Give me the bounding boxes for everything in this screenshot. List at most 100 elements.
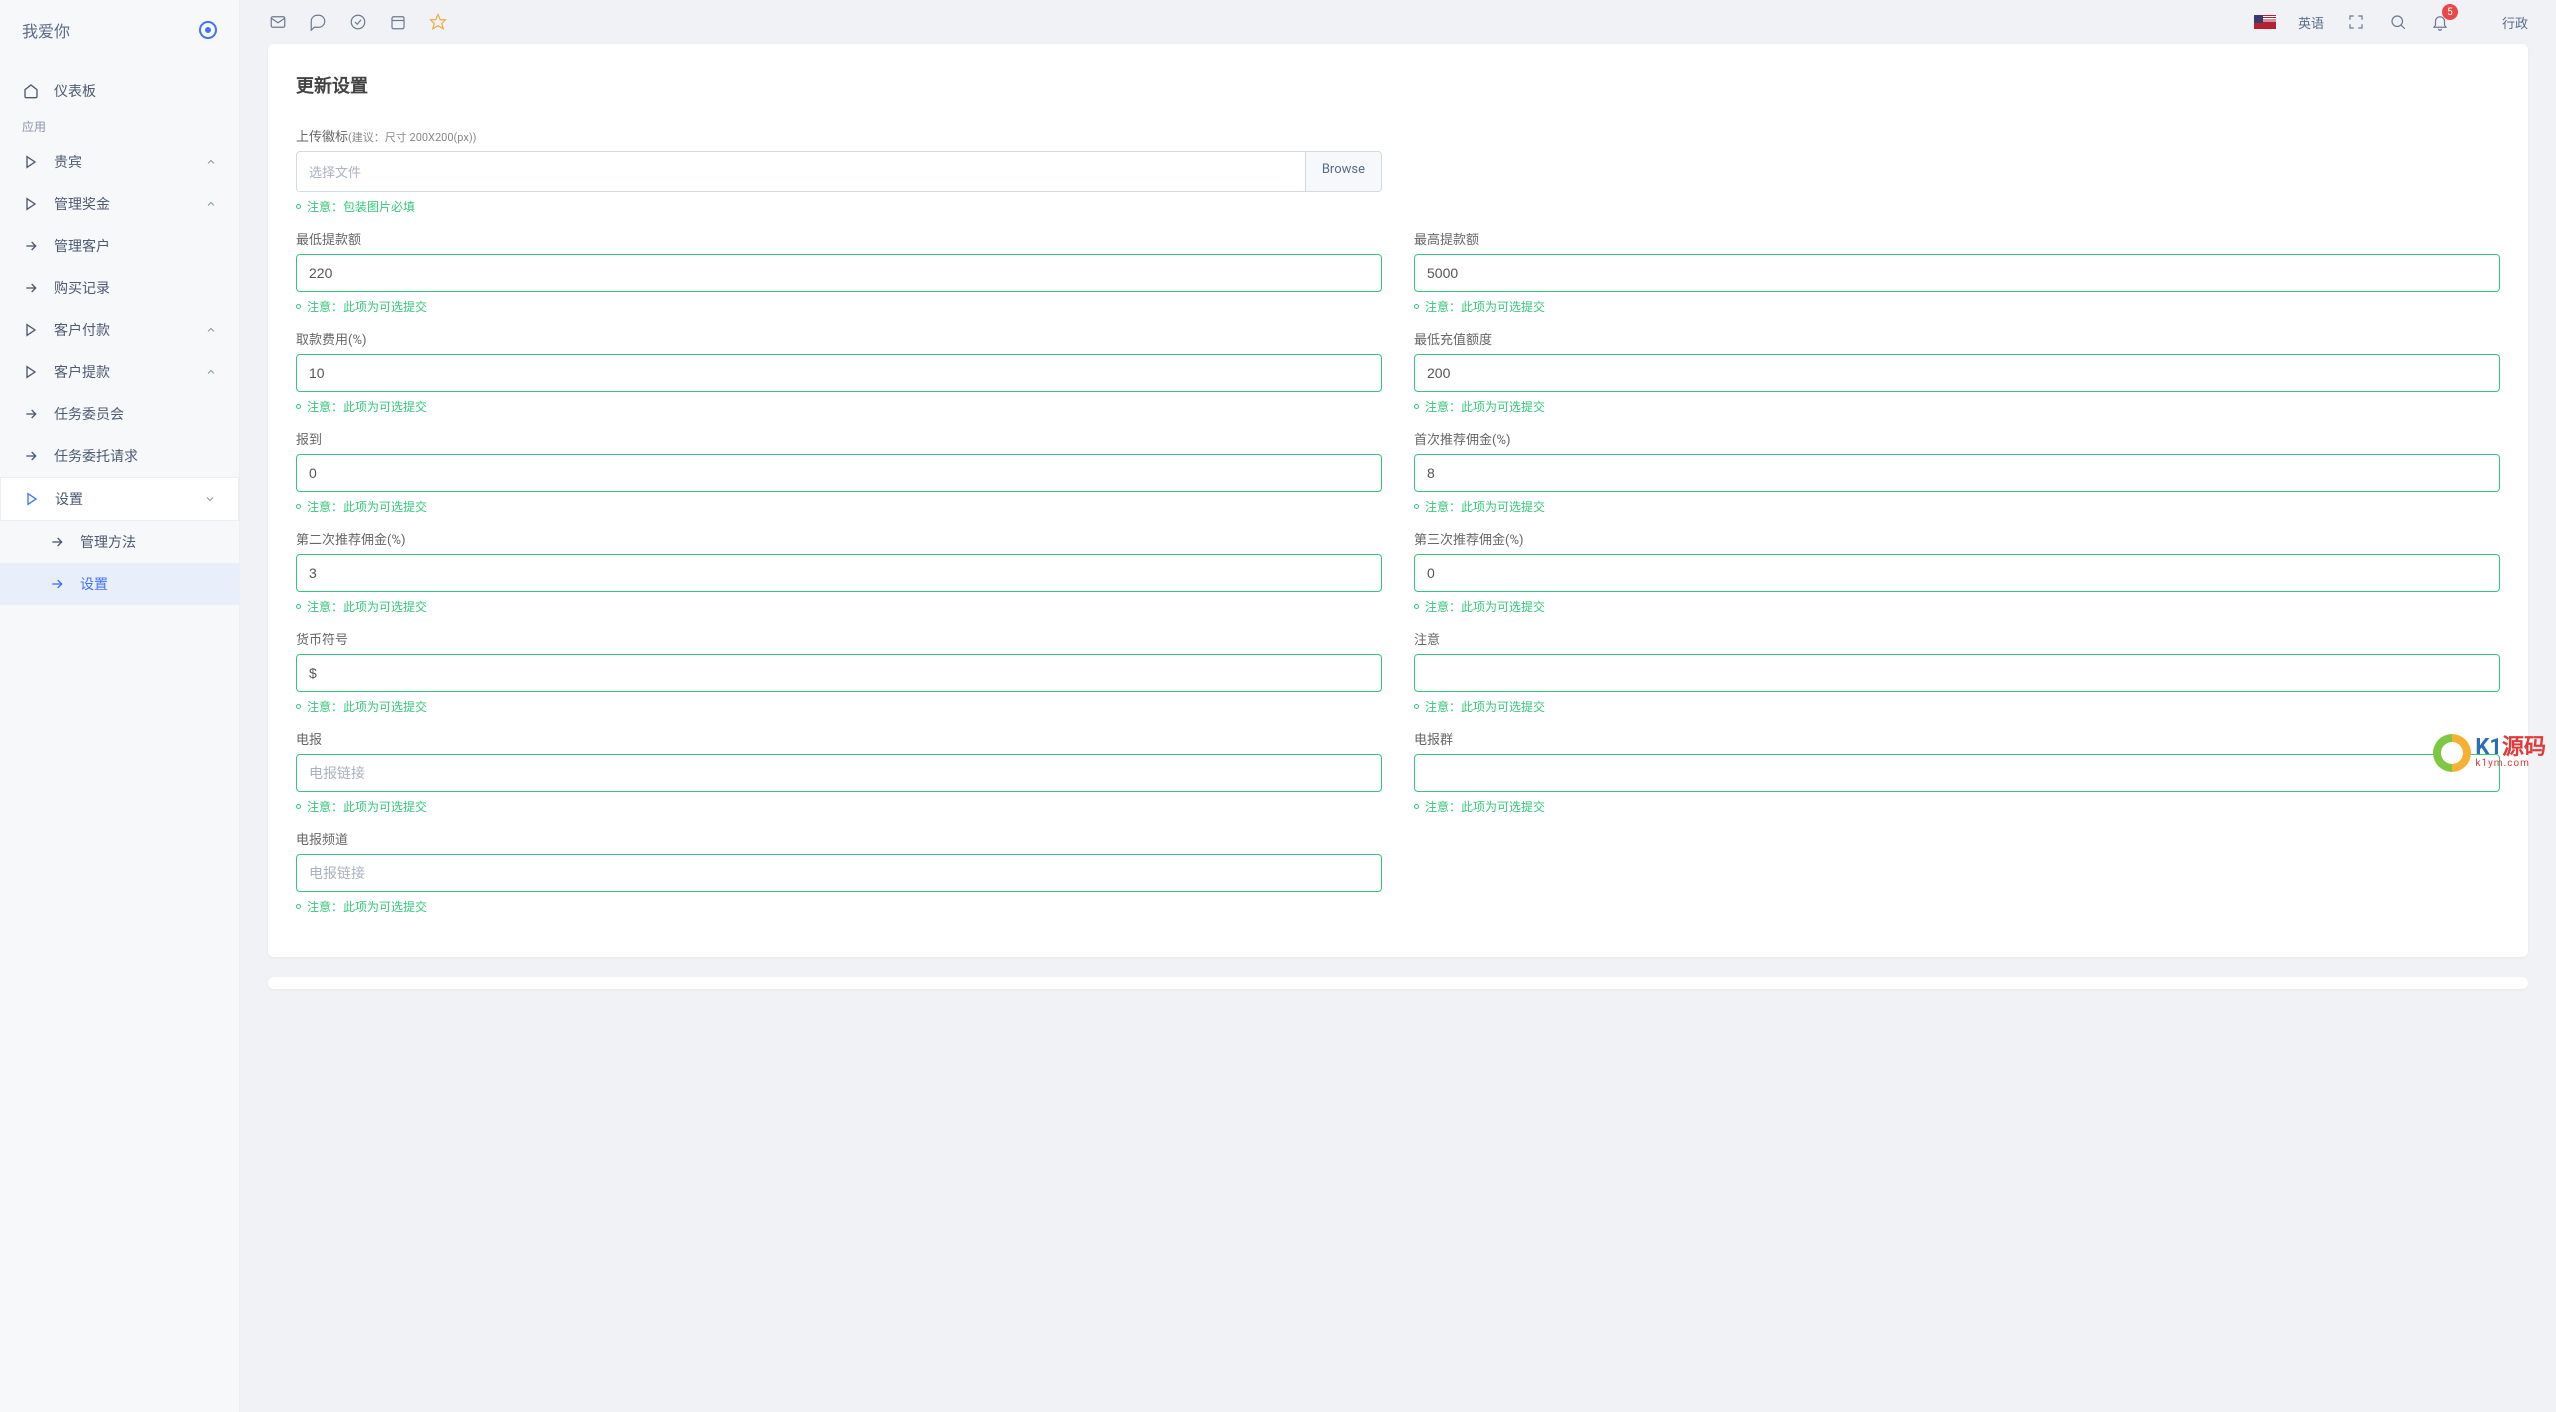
flag-icon xyxy=(2254,15,2276,29)
star-icon[interactable] xyxy=(428,12,448,32)
file-input-group: 选择文件 Browse xyxy=(296,151,1382,192)
telegram-group xyxy=(296,754,1382,792)
check-icon xyxy=(2475,355,2499,373)
field-note: 注意：此项为可选提交 xyxy=(1414,598,2500,615)
checkin-input[interactable] xyxy=(297,455,1357,491)
field-note: 注意：此项为可选提交 xyxy=(1414,698,2500,715)
notice-input[interactable] xyxy=(1415,655,2475,691)
min-recharge-input[interactable] xyxy=(1415,355,2475,391)
check-circle-icon[interactable] xyxy=(348,12,368,32)
min-withdraw-input[interactable] xyxy=(297,255,1357,291)
nav-label: 任务委员会 xyxy=(54,404,217,424)
upload-label: 上传徽标(建议：尺寸 200X200(px)) xyxy=(296,126,1382,145)
withdraw-fee-group xyxy=(296,354,1382,392)
fullscreen-icon[interactable] xyxy=(2346,12,2366,32)
check-icon xyxy=(1357,755,1381,773)
notifications-icon[interactable]: 5 xyxy=(2430,12,2450,32)
telegram-group-group xyxy=(1414,754,2500,792)
field-note: 注意：此项为可选提交 xyxy=(296,698,1382,715)
sidebar-nav: 仪表板 应用 贵宾 管理奖金 管理客户 购买记录 xyxy=(0,60,239,605)
chat-icon[interactable] xyxy=(308,12,328,32)
arrow-icon xyxy=(48,576,66,592)
nav-purchases[interactable]: 购买记录 xyxy=(0,267,239,309)
field-note: 注意：此项为可选提交 xyxy=(296,398,1382,415)
check-icon xyxy=(2475,555,2499,573)
min-withdraw-group xyxy=(296,254,1382,292)
field-note: 注意：此项为可选提交 xyxy=(296,898,1382,915)
max-withdraw-input[interactable] xyxy=(1415,255,2475,291)
chevron-up-icon xyxy=(205,366,217,378)
nav-customers[interactable]: 管理客户 xyxy=(0,225,239,267)
upload-note: 注意：包装图片必填 xyxy=(296,198,1382,215)
check-icon xyxy=(1357,355,1381,373)
calendar-icon[interactable] xyxy=(388,12,408,32)
language-label[interactable]: 英语 xyxy=(2298,13,2324,32)
play-icon xyxy=(22,322,40,338)
field-note: 注意：此项为可选提交 xyxy=(296,798,1382,815)
nav-withdrawals[interactable]: 客户提款 xyxy=(0,351,239,393)
nav-requests[interactable]: 任务委托请求 xyxy=(0,435,239,477)
check-icon xyxy=(1357,555,1381,573)
withdraw-fee-input[interactable] xyxy=(297,355,1357,391)
home-icon xyxy=(22,83,40,99)
currency-input[interactable] xyxy=(297,655,1357,691)
nav-label: 设置 xyxy=(80,574,217,594)
currency-label: 货币符号 xyxy=(296,629,1382,648)
file-placeholder[interactable]: 选择文件 xyxy=(297,152,1305,191)
arrow-icon xyxy=(48,534,66,550)
nav-bonus[interactable]: 管理奖金 xyxy=(0,183,239,225)
checkin-group xyxy=(296,454,1382,492)
second-ref-input[interactable] xyxy=(297,555,1357,591)
third-ref-group xyxy=(1414,554,2500,592)
search-icon[interactable] xyxy=(2388,12,2408,32)
withdraw-fee-label: 取款费用(%) xyxy=(296,329,1382,348)
nav-settings[interactable]: 设置 xyxy=(0,477,239,521)
content: 更新设置 上传徽标(建议：尺寸 200X200(px)) 选择文件 Browse… xyxy=(240,44,2556,1017)
play-icon xyxy=(23,491,41,507)
third-ref-input[interactable] xyxy=(1415,555,2475,591)
nav-manage-methods[interactable]: 管理方法 xyxy=(0,521,239,563)
telegram-group-input[interactable] xyxy=(1415,755,2475,791)
nav-settings-sub[interactable]: 设置 xyxy=(0,563,239,605)
nav-label: 贵宾 xyxy=(54,152,191,172)
play-icon xyxy=(22,196,40,212)
checkin-label: 报到 xyxy=(296,429,1382,448)
third-ref-label: 第三次推荐佣金(%) xyxy=(1414,529,2500,548)
check-icon xyxy=(1357,655,1381,673)
topbar-right: 英语 5 行政 xyxy=(2254,12,2528,32)
telegram-channel-input[interactable] xyxy=(297,855,1357,891)
admin-label[interactable]: 行政 xyxy=(2502,13,2528,32)
notice-group xyxy=(1414,654,2500,692)
first-ref-label: 首次推荐佣金(%) xyxy=(1414,429,2500,448)
min-recharge-group xyxy=(1414,354,2500,392)
nav-payments[interactable]: 客户付款 xyxy=(0,309,239,351)
browse-button[interactable]: Browse xyxy=(1305,152,1381,191)
play-icon xyxy=(22,364,40,380)
field-note: 注意：此项为可选提交 xyxy=(296,298,1382,315)
telegram-label: 电报 xyxy=(296,729,1382,748)
mail-icon[interactable] xyxy=(268,12,288,32)
nav-vip[interactable]: 贵宾 xyxy=(0,141,239,183)
arrow-icon xyxy=(22,280,40,296)
arrow-icon xyxy=(22,406,40,422)
nav-committee[interactable]: 任务委员会 xyxy=(0,393,239,435)
check-icon xyxy=(1357,855,1381,873)
check-icon xyxy=(2475,255,2499,273)
field-note: 注意：此项为可选提交 xyxy=(1414,498,2500,515)
nav-label: 管理客户 xyxy=(54,236,217,256)
check-icon xyxy=(2475,655,2499,673)
max-withdraw-label: 最高提款额 xyxy=(1414,229,2500,248)
min-withdraw-label: 最低提款额 xyxy=(296,229,1382,248)
next-card-peek xyxy=(268,977,2528,989)
telegram-channel-group xyxy=(296,854,1382,892)
nav-dashboard[interactable]: 仪表板 xyxy=(0,70,239,112)
nav-label: 仪表板 xyxy=(54,81,217,101)
check-icon xyxy=(1357,455,1381,473)
first-ref-group xyxy=(1414,454,2500,492)
nav-section-apps: 应用 xyxy=(0,112,239,141)
play-icon xyxy=(22,154,40,170)
nav-label: 购买记录 xyxy=(54,278,217,298)
target-icon[interactable] xyxy=(199,21,217,39)
telegram-input[interactable] xyxy=(297,755,1357,791)
first-ref-input[interactable] xyxy=(1415,455,2475,491)
